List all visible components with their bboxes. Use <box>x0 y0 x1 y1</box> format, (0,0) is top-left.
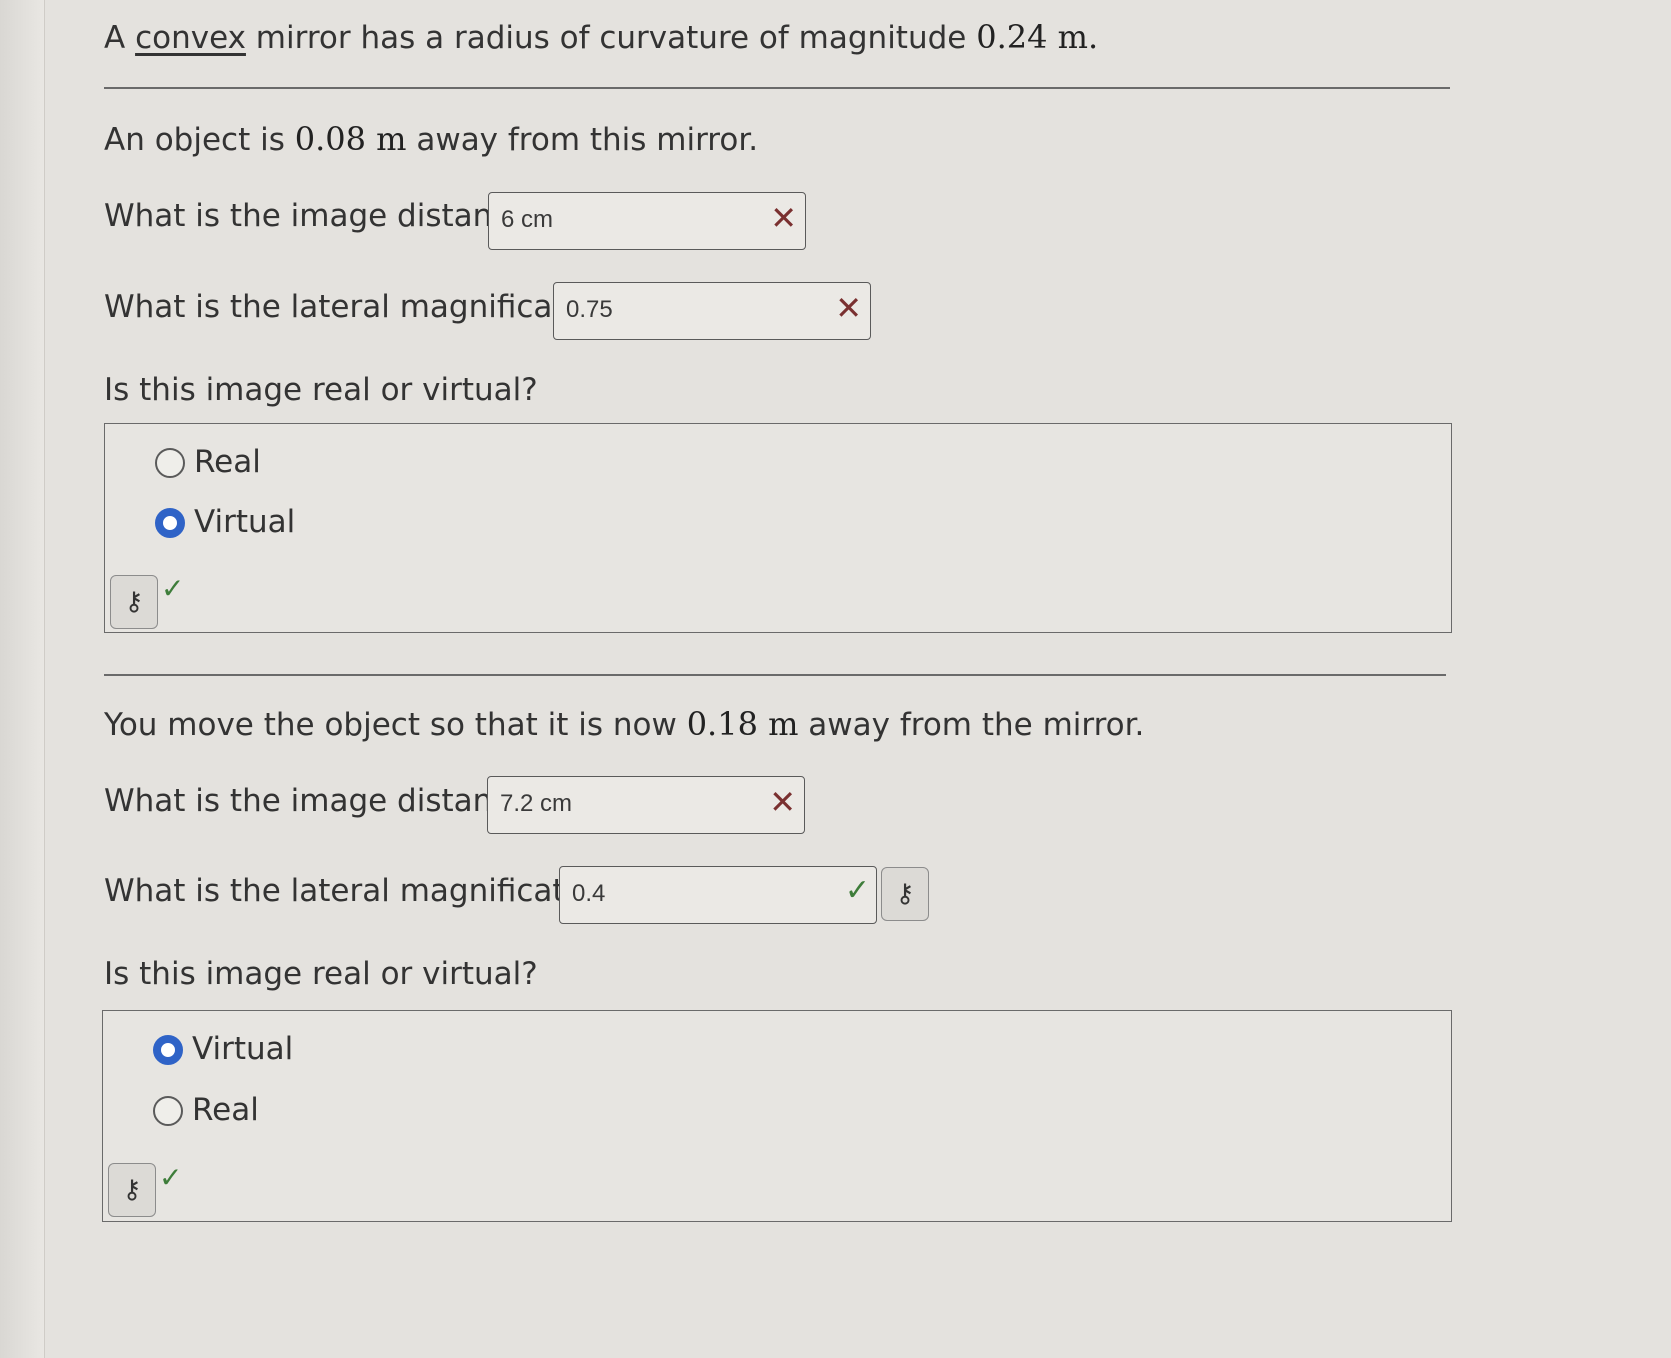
part1-object-distance: 0.08 m <box>294 120 407 158</box>
problem-intro: A convex mirror has a radius of curvatur… <box>104 18 1098 56</box>
part2-option-virtual-label[interactable]: Virtual <box>192 1031 293 1067</box>
part2-choice-panel: Virtual Real ⚷ ✓ <box>102 1010 1452 1222</box>
part1-magnification-question: What is the lateral magnification? <box>104 289 629 325</box>
part1-image-distance-question: What is the image distance? <box>104 198 545 234</box>
key-icon[interactable]: ⚷ <box>108 1163 156 1217</box>
question-content: A convex mirror has a radius of curvatur… <box>102 0 1550 1358</box>
intro-suffix: mirror has a radius of curvature of magn… <box>245 20 977 56</box>
part2-magnification-value: 0.4 <box>572 880 606 907</box>
part1-real-virtual-question: Is this image real or virtual? <box>104 372 538 408</box>
part1-choice-panel: Real Virtual ⚷ ✓ <box>104 423 1452 633</box>
part1-statement-suffix: away from this mirror. <box>406 122 759 158</box>
x-icon: ✕ <box>770 199 797 237</box>
intro-radius-value: 0.24 m. <box>976 18 1099 56</box>
part2-statement-prefix: You move the object so that it is now <box>104 707 687 743</box>
part1-radio-real[interactable] <box>155 448 185 478</box>
part1-magnification-value: 0.75 <box>566 296 613 323</box>
part2-option-real-label[interactable]: Real <box>192 1092 259 1128</box>
checkmark-icon: ✓ <box>844 873 870 908</box>
part1-image-distance-input[interactable]: 6 cm ✕ <box>488 192 806 250</box>
part2-statement: You move the object so that it is now 0.… <box>104 705 1144 743</box>
divider-middle <box>104 674 1446 676</box>
part2-radio-real[interactable] <box>153 1096 183 1126</box>
x-icon: ✕ <box>769 783 796 821</box>
part2-magnification-input[interactable]: 0.4 ✓ <box>559 866 877 924</box>
key-icon[interactable]: ⚷ <box>110 575 158 629</box>
x-icon: ✕ <box>835 289 862 327</box>
divider-top <box>104 87 1450 89</box>
part1-statement: An object is 0.08 m away from this mirro… <box>104 120 758 158</box>
part2-radio-virtual[interactable] <box>153 1035 183 1065</box>
left-edge-strip <box>0 0 45 1358</box>
checkmark-icon: ✓ <box>159 1161 183 1194</box>
part1-magnification-input[interactable]: 0.75 ✕ <box>553 282 871 340</box>
part2-real-virtual-question: Is this image real or virtual? <box>104 956 538 992</box>
part2-image-distance-question: What is the image distance? <box>104 783 545 819</box>
part1-statement-prefix: An object is <box>104 122 295 158</box>
part1-option-virtual-label[interactable]: Virtual <box>194 504 295 540</box>
part2-object-distance: 0.18 m <box>686 705 799 743</box>
checkmark-icon: ✓ <box>161 572 185 605</box>
part2-statement-suffix: away from the mirror. <box>798 707 1145 743</box>
part1-image-distance-value: 6 cm <box>501 206 554 233</box>
part2-image-distance-input[interactable]: 7.2 cm ✕ <box>487 776 805 834</box>
part2-magnification-question: What is the lateral magnification? <box>104 873 629 909</box>
intro-convex-term[interactable]: convex <box>135 20 246 56</box>
part2-image-distance-value: 7.2 cm <box>500 790 573 817</box>
part1-radio-virtual[interactable] <box>155 508 185 538</box>
part1-option-real-label[interactable]: Real <box>194 444 261 480</box>
key-icon[interactable]: ⚷ <box>881 867 929 921</box>
intro-prefix: A <box>104 20 136 56</box>
